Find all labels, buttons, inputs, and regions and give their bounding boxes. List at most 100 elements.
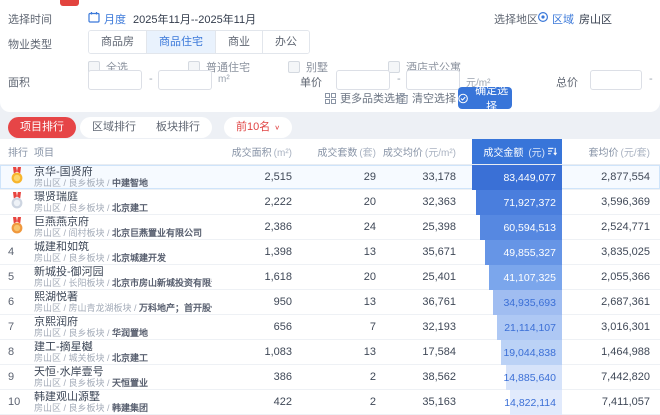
- avg-price-value: 36,761: [376, 296, 456, 308]
- table-row[interactable]: 巨燕燕京府房山区 / 阎村板块 / 北京巨燕置业有限公司2,3862425,39…: [0, 215, 660, 240]
- amount-bar: 14,885,640: [506, 365, 562, 390]
- total-price-min-input[interactable]: [590, 70, 642, 90]
- deal-units-value: 13: [292, 296, 376, 308]
- project-subtitle: 房山区 / 阎村板块 / 北京巨燕置业有限公司: [34, 228, 212, 238]
- project-developer: 韩建集团: [112, 403, 148, 413]
- header-project: 项目: [34, 144, 212, 159]
- area-min-input[interactable]: [88, 70, 142, 90]
- project-developer: 北京市房山新城投资有限责任公司: [112, 278, 212, 288]
- ranking-tabs: 项目排行 区域排行板块排行 前10名 ∨: [8, 117, 292, 138]
- area-unit-label: m²: [218, 74, 230, 85]
- avg-price-value: 32,193: [376, 321, 456, 333]
- deal-units-value: 20: [292, 271, 376, 283]
- rank-number: 4: [8, 246, 14, 258]
- property-tab-2[interactable]: 商品住宅: [147, 31, 216, 53]
- confirm-selection-button[interactable]: 确定选择: [458, 87, 512, 109]
- avg-price-value: 25,398: [376, 221, 456, 233]
- project-developer: 中建智地: [112, 178, 148, 188]
- project-name[interactable]: 巨燕燕京府: [34, 216, 212, 228]
- unit-price-range-separator: -: [397, 73, 401, 85]
- amount-bar: 34,935,693: [493, 290, 562, 315]
- deal-area-value: 1,398: [212, 246, 292, 258]
- project-name[interactable]: 熙湖悦著: [34, 291, 212, 303]
- region-type-selector[interactable]: 区域: [552, 11, 574, 27]
- filter-panel: 选择时间 月度 2025年11月--2025年11月 选择地区 区域 房山区 物…: [0, 0, 660, 112]
- amount-bar: 21,114,107: [497, 315, 562, 340]
- avg-price-value: 25,401: [376, 271, 456, 283]
- project-name[interactable]: 京熙润府: [34, 316, 212, 328]
- project-subtitle: 房山区 / 长阳板块 / 北京市房山新城投资有限责任公司: [34, 278, 212, 288]
- project-name[interactable]: 新城投-御河园: [34, 266, 212, 278]
- time-mode-selector[interactable]: 月度: [104, 11, 126, 27]
- property-type-label: 物业类型: [8, 36, 52, 52]
- unit-price-min-input[interactable]: [336, 70, 390, 90]
- project-location: 房山区 / 良乡板块 /: [34, 253, 112, 263]
- unit-price-max-input[interactable]: [406, 70, 460, 90]
- subtype-option-3[interactable]: 别墅: [288, 59, 328, 75]
- rank-number: 10: [8, 396, 20, 408]
- table-row[interactable]: 5新城投-御河园房山区 / 长阳板块 / 北京市房山新城投资有限责任公司1,61…: [0, 265, 660, 290]
- table-row[interactable]: 9天恒·水岸壹号房山区 / 良乡板块 / 天恒置业386238,56214,88…: [0, 365, 660, 390]
- project-subtitle: 房山区 / 良乡板块 / 华润置地: [34, 328, 212, 338]
- project-name[interactable]: 韩建观山源墅: [34, 391, 212, 403]
- more-categories-button[interactable]: 更多品类选择: [325, 90, 406, 106]
- header-per-unit-price: 套均价(元/套): [562, 144, 660, 159]
- header-rank: 排行: [0, 144, 34, 159]
- table-row[interactable]: 10韩建观山源墅房山区 / 良乡板块 / 韩建集团422235,16314,82…: [0, 390, 660, 415]
- project-subtitle: 房山区 / 良乡板块 / 韩建集团: [34, 403, 212, 413]
- per-unit-price-value: 3,596,369: [562, 196, 660, 208]
- project-location: 房山区 / 长阳板块 /: [34, 278, 112, 288]
- project-name[interactable]: 璟贤瑞庭: [34, 191, 212, 203]
- header-amount[interactable]: 成交金额(元): [456, 139, 562, 164]
- tab-ranking-3[interactable]: 板块排行: [146, 117, 210, 138]
- table-row[interactable]: 7京熙润府房山区 / 良乡板块 / 华润置地656732,19321,114,1…: [0, 315, 660, 340]
- deal-area-value: 2,515: [212, 171, 292, 183]
- area-max-input[interactable]: [158, 70, 212, 90]
- table-row[interactable]: 京华-国贤府房山区 / 良乡板块 / 中建智地2,5152933,17883,4…: [0, 165, 660, 190]
- table-row[interactable]: 4城建和如筑房山区 / 良乡板块 / 北京城建开发1,3981335,67149…: [0, 240, 660, 265]
- per-unit-price-value: 1,464,988: [562, 346, 660, 358]
- deal-area-value: 1,083: [212, 346, 292, 358]
- project-subtitle: 房山区 / 良乡板块 / 北京建工: [34, 203, 212, 213]
- project-name[interactable]: 城建和如筑: [34, 241, 212, 253]
- per-unit-price-value: 2,687,361: [562, 296, 660, 308]
- deal-area-value: 2,222: [212, 196, 292, 208]
- header-area: 成交面积(m²): [212, 144, 292, 159]
- deal-area-value: 2,386: [212, 221, 292, 233]
- deal-units-value: 2: [292, 371, 376, 383]
- project-name[interactable]: 天恒·水岸壹号: [34, 366, 212, 378]
- table-header: 排行 项目 成交面积(m²) 成交套数(套) 成交均价(元/m²) 成交金额(元…: [0, 139, 660, 165]
- time-range-value[interactable]: 2025年11月--2025年11月: [133, 11, 256, 27]
- checkbox-icon[interactable]: [288, 61, 300, 73]
- location-pin-icon: [537, 11, 549, 23]
- project-developer: 北京巨燕置业有限公司: [112, 228, 202, 238]
- deal-units-value: 29: [292, 171, 376, 183]
- region-value[interactable]: 房山区: [579, 11, 612, 27]
- medal-rank-2-icon: [9, 192, 25, 210]
- avg-price-value: 35,671: [376, 246, 456, 258]
- per-unit-price-value: 7,411,057: [562, 396, 660, 408]
- project-subtitle: 房山区 / 良乡板块 / 天恒置业: [34, 378, 212, 388]
- property-tab-4[interactable]: 办公: [263, 31, 309, 53]
- table-row[interactable]: 璟贤瑞庭房山区 / 良乡板块 / 北京建工2,2222032,36371,927…: [0, 190, 660, 215]
- project-name[interactable]: 京华-国贤府: [34, 166, 212, 178]
- project-location: 房山区 / 房山青龙湖板块 /: [34, 303, 139, 313]
- property-tab-1[interactable]: 商品房: [89, 31, 147, 53]
- clear-icon: [398, 93, 408, 104]
- per-unit-price-value: 3,835,025: [562, 246, 660, 258]
- table-row[interactable]: 8建工-摘星樾房山区 / 城关板块 / 北京建工1,0831317,58419,…: [0, 340, 660, 365]
- clear-selection-button[interactable]: 清空选择: [398, 90, 456, 106]
- table-body: 京华-国贤府房山区 / 良乡板块 / 中建智地2,5152933,17883,4…: [0, 165, 660, 415]
- table-row[interactable]: 6熙湖悦著房山区 / 房山青龙湖板块 / 万科地产；首开股份；龙湖集团95013…: [0, 290, 660, 315]
- avg-price-value: 33,178: [376, 171, 456, 183]
- avg-price-value: 32,363: [376, 196, 456, 208]
- tab-ranking-2[interactable]: 区域排行: [82, 117, 146, 138]
- clear-selection-label: 清空选择: [412, 90, 456, 106]
- top-n-dropdown[interactable]: 前10名 ∨: [224, 117, 292, 138]
- tab-project-ranking[interactable]: 项目排行: [8, 117, 76, 138]
- avg-price-value: 35,163: [376, 396, 456, 408]
- property-tab-3[interactable]: 商业: [216, 31, 263, 53]
- project-name[interactable]: 建工-摘星樾: [34, 341, 212, 353]
- deal-area-value: 422: [212, 396, 292, 408]
- per-unit-price-value: 2,055,366: [562, 271, 660, 283]
